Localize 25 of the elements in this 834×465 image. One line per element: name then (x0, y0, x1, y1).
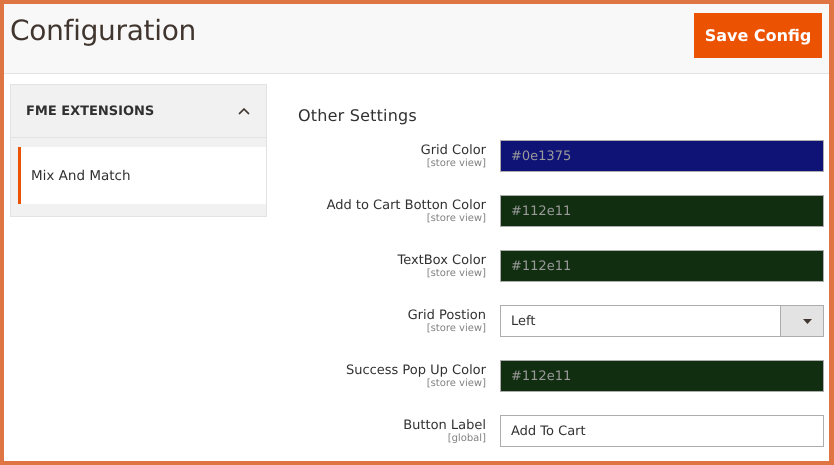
chevron-icon (238, 107, 250, 115)
field-label: Grid Color (420, 143, 486, 158)
section-heading: Other Settings (298, 106, 418, 125)
scope-label: [store view] (426, 158, 486, 169)
scope-label: [store view] (426, 268, 486, 279)
field-label: Add to Cart Botton Color (326, 198, 486, 213)
scope-label: [store view] (426, 378, 486, 389)
scope-label: [store view] (426, 323, 486, 334)
sidebar-item[interactable]: Mix And Match (18, 147, 266, 204)
page-title: Configuration (10, 14, 196, 47)
color-field[interactable]: #112e11 (500, 250, 824, 282)
save-button[interactable]: Save Config (694, 13, 822, 58)
dropdown[interactable]: Left (500, 305, 824, 337)
field-label: Success Pop Up Color (344, 363, 486, 378)
field-label: Button Label (402, 418, 486, 433)
field-label: TextBox Color (396, 253, 486, 268)
section-header[interactable]: FME EXTENSIONS (11, 85, 266, 138)
field-label: Grid Postion (406, 308, 486, 323)
color-field[interactable]: #112e11 (500, 195, 824, 227)
color-field[interactable]: #0e1375 (500, 140, 824, 172)
color-field[interactable]: #112e11 (500, 360, 824, 392)
scope-label: [global] (446, 433, 486, 444)
input-field[interactable]: Add To Cart (500, 415, 824, 447)
caret-icon (802, 318, 812, 324)
scope-label: [store view] (426, 213, 486, 224)
